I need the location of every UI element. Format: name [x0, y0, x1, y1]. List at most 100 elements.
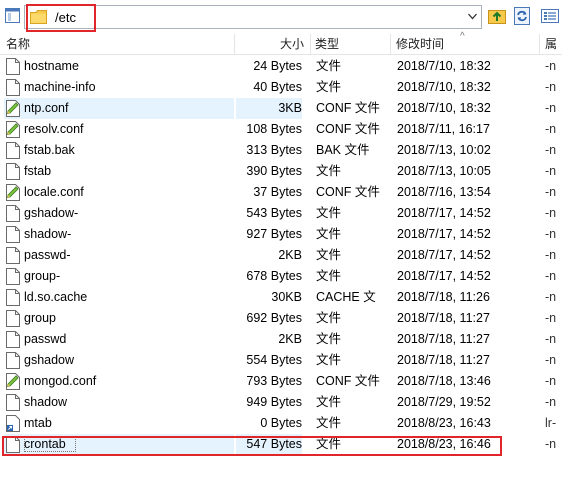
file-icon [6, 436, 20, 453]
file-row-shadow-[interactable]: shadow- 927 Bytes 文件 2018/7/17, 14:52 -n [0, 224, 562, 245]
file-attributes: -n [545, 185, 557, 199]
file-modified: 2018/7/13, 10:02 [397, 143, 491, 157]
sort-ascending-icon: ^ [460, 31, 465, 42]
file-name-cell[interactable]: group- [4, 266, 234, 287]
file-type: 文件 [316, 59, 342, 73]
file-modified: 2018/7/17, 14:52 [397, 248, 491, 262]
file-modified: 2018/7/10, 18:32 [397, 59, 491, 73]
file-row-group-[interactable]: group- 678 Bytes 文件 2018/7/17, 14:52 -n [0, 266, 562, 287]
file-size: 949 Bytes [246, 395, 302, 409]
path-combobox[interactable]: /etc [24, 5, 482, 29]
file-row-fstab.bak[interactable]: fstab.bak 313 Bytes BAK 文件 2018/7/13, 10:02… [0, 140, 562, 161]
file-icon [6, 268, 20, 285]
file-name-cell[interactable]: passwd [4, 329, 234, 350]
file-size: 30KB [271, 290, 302, 304]
file-type: CONF 文件 [316, 101, 380, 115]
file-type: 文件 [316, 269, 342, 283]
column-size-header[interactable]: 大小 [236, 34, 305, 54]
file-name: locale.conf [24, 185, 84, 199]
chevron-down-icon[interactable] [468, 13, 477, 20]
file-attributes: -n [545, 101, 557, 115]
file-icon [6, 142, 20, 159]
file-name-cell[interactable]: mongod.conf [4, 371, 234, 392]
file-attributes: -n [545, 164, 557, 178]
file-type: 文件 [316, 248, 342, 262]
file-name-cell[interactable]: gshadow- [4, 203, 234, 224]
file-size: 390 Bytes [246, 164, 302, 178]
file-name-cell[interactable]: ntp.conf [4, 98, 234, 119]
file-name: passwd [24, 332, 67, 346]
file-row-passwd[interactable]: passwd 2KB 文件 2018/7/18, 11:27 -n [0, 329, 562, 350]
column-type-header[interactable]: 类型 [315, 34, 385, 54]
file-row-crontab[interactable]: crontab 547 Bytes 文件 2018/8/23, 16:46 -n [0, 434, 562, 455]
file-row-mongod.conf[interactable]: mongod.conf 793 Bytes CONF 文件 2018/7/18, 13… [0, 371, 562, 392]
file-name-cell[interactable]: machine-info [4, 77, 234, 98]
file-name: ld.so.cache [24, 290, 88, 304]
file-attributes: -n [545, 122, 557, 136]
file-icon [6, 394, 20, 411]
file-row-machine-info[interactable]: machine-info 40 Bytes 文件 2018/7/10, 18:32 -n [0, 77, 562, 98]
parent-folder-icon[interactable] [487, 6, 507, 26]
conf-icon [6, 121, 20, 138]
file-type: 文件 [316, 332, 342, 346]
column-header: 名称 大小 类型 修改时间 ^ 属 [0, 31, 562, 55]
file-attributes: -n [545, 332, 557, 346]
file-name-cell[interactable]: fstab.bak [4, 140, 234, 161]
file-icon [6, 205, 20, 222]
file-name-cell[interactable]: passwd- [4, 245, 234, 266]
file-name: gshadow- [24, 206, 79, 220]
column-attributes-header[interactable]: 属 [545, 34, 562, 54]
file-row-ld.so.cache[interactable]: ld.so.cache 30KB CACHE 文 2018/7/18, 11:26 -n [0, 287, 562, 308]
file-row-group[interactable]: group 692 Bytes 文件 2018/7/18, 11:27 -n [0, 308, 562, 329]
file-row-mtab[interactable]: mtab 0 Bytes 文件 2018/8/23, 16:43 lr- [0, 413, 562, 434]
file-name-cell[interactable]: shadow [4, 392, 234, 413]
file-icon [6, 352, 20, 369]
file-name-cell[interactable]: fstab [4, 161, 234, 182]
file-size: 0 Bytes [260, 416, 302, 430]
folder-icon [30, 10, 47, 24]
file-modified: 2018/7/11, 16:17 [397, 122, 490, 136]
file-name-cell[interactable]: crontab [4, 434, 234, 455]
conf-icon [6, 184, 20, 201]
file-row-hostname[interactable]: hostname 24 Bytes 文件 2018/7/10, 18:32 -n [0, 56, 562, 77]
file-attributes: -n [545, 248, 557, 262]
file-row-resolv.conf[interactable]: resolv.conf 108 Bytes CONF 文件 2018/7/11, 16… [0, 119, 562, 140]
path-text[interactable]: /etc [55, 10, 76, 26]
file-type: 文件 [316, 80, 342, 94]
file-row-passwd-[interactable]: passwd- 2KB 文件 2018/7/17, 14:52 -n [0, 245, 562, 266]
file-name-cell[interactable]: hostname [4, 56, 234, 77]
file-row-fstab[interactable]: fstab 390 Bytes 文件 2018/7/13, 10:05 -n [0, 161, 562, 182]
file-type: 文件 [316, 227, 342, 241]
refresh-icon[interactable] [512, 6, 532, 26]
file-size: 692 Bytes [246, 311, 302, 325]
file-modified: 2018/7/16, 13:54 [397, 185, 491, 199]
file-name-cell[interactable]: group [4, 308, 234, 329]
file-attributes: -n [545, 374, 557, 388]
view-options-icon[interactable] [540, 6, 560, 26]
file-name-cell[interactable]: mtab [4, 413, 234, 434]
file-attributes: -n [545, 395, 557, 409]
file-row-gshadow-[interactable]: gshadow- 543 Bytes 文件 2018/7/17, 14:52 -n [0, 203, 562, 224]
link-icon [6, 415, 20, 432]
file-row-locale.conf[interactable]: locale.conf 37 Bytes CONF 文件 2018/7/16, 13:… [0, 182, 562, 203]
file-attributes: -n [545, 227, 557, 241]
file-size: 313 Bytes [246, 143, 302, 157]
file-attributes: -n [545, 437, 557, 451]
file-size: 554 Bytes [246, 353, 302, 367]
conf-icon [6, 373, 20, 390]
file-modified: 2018/7/13, 10:05 [397, 164, 491, 178]
file-name: shadow [24, 395, 68, 409]
file-row-ntp.conf[interactable]: ntp.conf 3KB CONF 文件 2018/7/10, 18:32 -n [0, 98, 562, 119]
file-name-cell[interactable]: ld.so.cache [4, 287, 234, 308]
column-modified-header[interactable]: 修改时间 [396, 34, 536, 54]
file-name: hostname [24, 59, 79, 73]
file-name-cell[interactable]: shadow- [4, 224, 234, 245]
file-name-cell[interactable]: locale.conf [4, 182, 234, 203]
file-size: 40 Bytes [253, 80, 302, 94]
column-name-header[interactable]: 名称 [6, 34, 231, 54]
file-row-shadow[interactable]: shadow 949 Bytes 文件 2018/7/29, 19:52 -n [0, 392, 562, 413]
file-name-cell[interactable]: gshadow [4, 350, 234, 371]
file-name-cell[interactable]: resolv.conf [4, 119, 234, 140]
file-row-gshadow[interactable]: gshadow 554 Bytes 文件 2018/7/18, 11:27 -n [0, 350, 562, 371]
directory-tree-icon[interactable] [5, 8, 20, 23]
